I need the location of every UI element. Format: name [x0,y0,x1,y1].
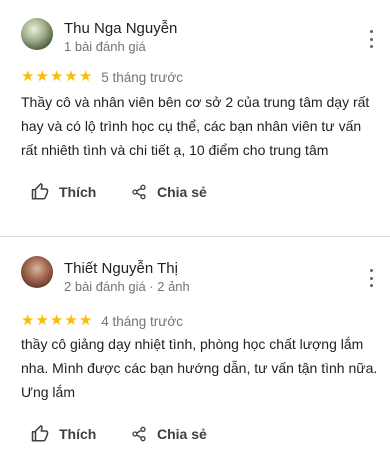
like-button[interactable]: Thích [31,180,96,204]
star-rating: ★ ★ ★ ★ ★ [21,313,92,329]
share-icon [132,426,146,442]
star-icon: ★ [21,68,35,85]
star-icon: ★ [35,68,49,85]
rating-row: ★ ★ ★ ★ ★ 5 tháng trước [21,69,183,85]
star-icon: ★ [78,312,93,329]
review-time: 5 tháng trước [101,69,183,85]
reviewer-name[interactable]: Thiết Nguyễn Thị [64,260,178,277]
star-icon: ★ [64,68,78,85]
like-label: Thích [59,184,97,200]
star-icon: ★ [78,68,93,85]
review-card: Thiết Nguyễn Thị 2 bài đánh giá · 2 ảnh … [0,237,390,456]
thumb-up-icon [31,425,49,442]
share-icon [132,184,146,200]
review-actions: Thích Chia sẻ [0,422,390,446]
thumb-up-icon [31,183,49,200]
star-icon: ★ [49,68,64,85]
like-button[interactable]: Thích [31,422,96,446]
rating-row: ★ ★ ★ ★ ★ 4 tháng trước [21,313,183,329]
reviewer-meta: 2 bài đánh giá · 2 ảnh [64,279,190,294]
review-text: Thầy cô và nhân viên bên cơ sở 2 của tru… [21,94,370,158]
share-label: Chia sẻ [157,184,207,200]
more-vert-icon[interactable] [368,30,374,48]
review-actions: Thích Chia sẻ [0,180,390,204]
star-icon: ★ [64,312,78,329]
more-vert-icon[interactable] [368,269,374,287]
like-label: Thích [59,426,97,442]
review-text: thầy cô giảng dạy nhiệt tình, phòng học … [21,336,378,400]
share-button[interactable]: Chia sẻ [131,180,207,204]
share-button[interactable]: Chia sẻ [131,422,207,446]
review-card: Thu Nga Nguyễn 1 bài đánh giá ★ ★ ★ ★ ★ … [0,0,390,236]
review-time: 4 tháng trước [101,313,183,329]
star-icon: ★ [21,312,35,329]
share-label: Chia sẻ [157,426,207,442]
star-icon: ★ [49,312,64,329]
star-icon: ★ [35,312,49,329]
star-rating: ★ ★ ★ ★ ★ [21,69,92,85]
avatar[interactable] [21,18,53,50]
reviewer-meta: 1 bài đánh giá [64,39,146,54]
avatar[interactable] [21,256,53,288]
reviewer-name[interactable]: Thu Nga Nguyễn [64,20,177,37]
